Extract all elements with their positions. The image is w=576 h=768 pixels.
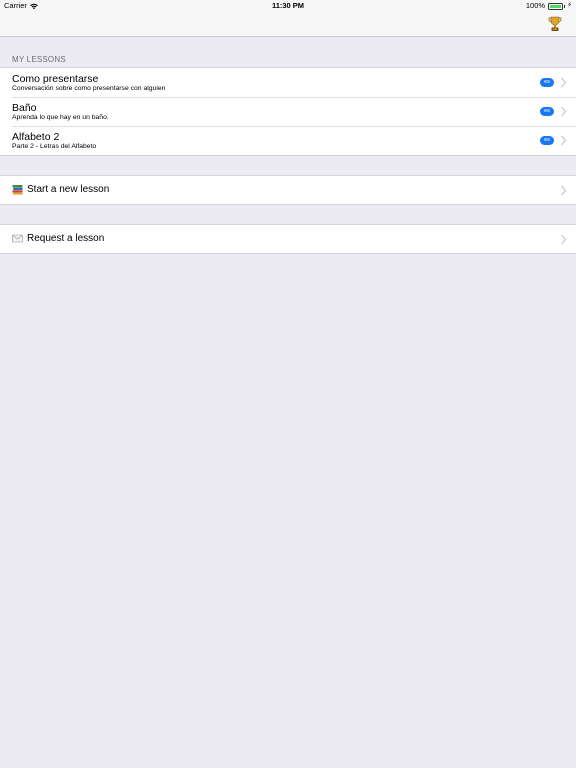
battery-percent: 100% — [525, 1, 546, 10]
language-badge: es — [540, 78, 554, 87]
books-icon — [12, 185, 23, 195]
lesson-row[interactable]: Baño Aprenda lo que hay en un baño. es — [0, 97, 576, 126]
new-lesson-group: Start a new lesson — [0, 175, 576, 205]
lesson-title: Baño — [12, 102, 37, 114]
start-new-lesson-label: Start a new lesson — [27, 184, 110, 195]
chevron-right-icon — [561, 185, 567, 196]
chevron-right-icon — [561, 77, 567, 88]
request-lesson-group: Request a lesson — [0, 224, 576, 254]
lesson-subtitle: Parte 2 - Letras del Alfabeto — [12, 143, 97, 150]
battery-icon — [548, 2, 564, 10]
envelope-icon — [12, 234, 23, 243]
lesson-title: Como presentarse — [12, 73, 99, 85]
battery-fill — [550, 4, 562, 8]
charging-icon: ⚡ — [567, 2, 572, 9]
language-badge: es — [540, 136, 554, 145]
lessons-group: Como presentarse Conversación sobre como… — [0, 67, 576, 156]
request-lesson-button[interactable]: Request a lesson — [0, 225, 576, 253]
lesson-subtitle: Conversación sobre como presentarse con … — [12, 85, 166, 92]
chevron-right-icon — [561, 106, 567, 117]
chevron-right-icon — [561, 234, 567, 245]
language-badge: es — [540, 107, 554, 116]
trophy-icon[interactable] — [548, 16, 562, 32]
lesson-row[interactable]: Alfabeto 2 Parte 2 - Letras del Alfabeto… — [0, 126, 576, 155]
lesson-row[interactable]: Como presentarse Conversación sobre como… — [0, 68, 576, 97]
status-bar: Carrier 11:30 PM 100% ⚡ — [0, 0, 576, 12]
nav-bar — [0, 12, 576, 37]
status-time: 11:30 PM — [271, 1, 305, 10]
chevron-right-icon — [561, 135, 567, 146]
lesson-subtitle: Aprenda lo que hay en un baño. — [12, 114, 109, 121]
section-header-my-lessons: MY LESSONS — [12, 55, 66, 64]
battery-tip — [563, 4, 566, 8]
lesson-title: Alfabeto 2 — [12, 131, 60, 143]
request-lesson-label: Request a lesson — [27, 233, 105, 244]
start-new-lesson-button[interactable]: Start a new lesson — [0, 176, 576, 204]
